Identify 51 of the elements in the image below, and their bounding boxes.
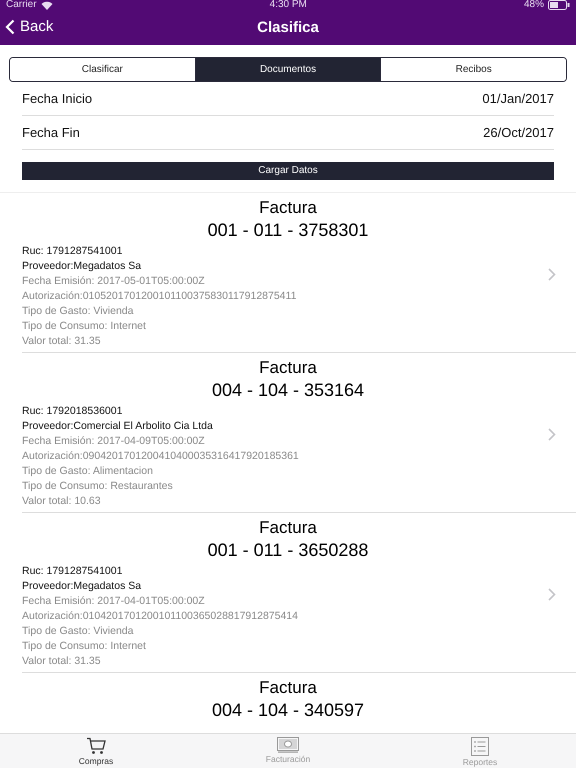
- invoice-detail: Autorización:0105201701200101100375830117912875411: [22, 288, 298, 304]
- list-icon: [471, 737, 489, 756]
- invoice-detail: Autorización:0904201701200410400035316417920185361: [22, 448, 300, 464]
- invoice-detail: Tipo de Gasto: Vivienda: [22, 304, 134, 318]
- invoice-detail: Tipo de Gasto: Vivienda: [22, 624, 134, 638]
- invoice-detail: Tipo de Consumo: Internet: [22, 638, 147, 654]
- invoice-detail: Fecha Emisión: 2017-04-09T05:00:00Z: [22, 434, 206, 448]
- screen-title: Clasifica: [257, 19, 319, 36]
- invoice-detail: Tipo de Consumo: Internet: [22, 318, 147, 334]
- invoice-detail: Proveedor:Megadatos Sa: [22, 578, 142, 594]
- document-type: Factura: [258, 198, 318, 218]
- chevron-right-icon: [548, 428, 556, 440]
- document-type: Factura: [258, 678, 318, 698]
- invoice-detail: Fecha Emisión: 2017-04-01T05:00:00Z: [22, 594, 206, 608]
- invoice-number: 001 - 011 - 3650288: [206, 538, 370, 562]
- date-value[interactable]: 01/Jan/2017: [482, 91, 554, 106]
- document-type: Factura: [258, 518, 318, 538]
- chevron-right-icon: [548, 588, 556, 600]
- back-button[interactable]: Back: [5, 18, 54, 35]
- date-value[interactable]: 26/Oct/2017: [483, 125, 554, 140]
- cart-icon: [86, 737, 106, 755]
- invoice-number: 004 - 104 - 340597: [210, 698, 366, 722]
- clock-time: 4:30 PM: [270, 0, 307, 10]
- chevron-left-icon: [5, 18, 15, 34]
- invoice-detail: Tipo de Consumo: Restaurantes: [22, 478, 174, 494]
- document-type: Factura: [258, 358, 318, 378]
- invoice-detail: Valor total: 10.63: [22, 494, 102, 508]
- wifi-icon: [40, 0, 53, 10]
- carrier-label: Carrier: [6, 0, 37, 10]
- invoice-number: 001 - 011 - 3758301: [206, 218, 370, 242]
- segment-tab[interactable]: Clasificar: [10, 58, 196, 81]
- invoice-detail: Ruc: 1792018536001: [22, 404, 124, 418]
- date-label: Fecha Inicio: [22, 91, 92, 106]
- tab-bar-item[interactable]: Compras: [0, 734, 192, 768]
- chevron-right-icon: [548, 268, 556, 280]
- invoice-detail: Tipo de Gasto: Alimentacion: [22, 464, 154, 478]
- invoice-number: 004 - 104 - 353164: [210, 378, 366, 402]
- invoice-detail: Ruc: 1791287541001: [22, 564, 124, 578]
- invoice-detail: Proveedor:Comercial El Arbolito Cia Ltda: [22, 418, 214, 434]
- battery-icon: [548, 0, 570, 10]
- invoice-detail: Valor total: 31.35: [22, 654, 102, 668]
- invoice-detail: Autorización:0104201701200101100365028817912875414: [22, 608, 299, 624]
- invoice-detail: Proveedor:Megadatos Sa: [22, 258, 142, 274]
- load-data-button[interactable]: Cargar Datos: [22, 162, 554, 180]
- invoice-detail: Ruc: 1791287541001: [22, 244, 124, 258]
- invoice-detail: Valor total: 31.35: [22, 334, 102, 348]
- banknote-icon: [277, 737, 299, 753]
- invoice-detail: Fecha Emisión: 2017-05-01T05:00:00Z: [22, 274, 206, 288]
- date-label: Fecha Fin: [22, 125, 80, 140]
- battery-percentage: 48%: [524, 0, 544, 10]
- segment-tab[interactable]: Documentos: [196, 58, 382, 81]
